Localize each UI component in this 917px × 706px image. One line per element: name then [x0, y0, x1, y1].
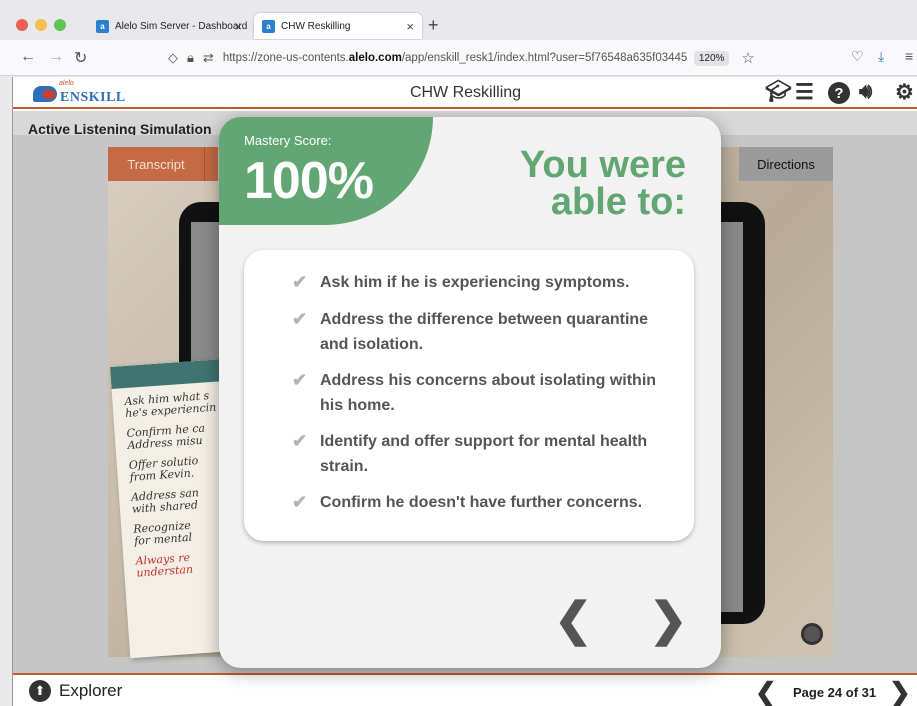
checkmark-icon: ✔: [292, 309, 308, 329]
chevron-left-icon[interactable]: ❮: [755, 677, 777, 706]
pocket-icon[interactable]: ♡: [851, 48, 864, 65]
mastery-score-value: 100%: [244, 152, 374, 210]
achievements-list: ✔ Ask him if he is experiencing symptoms…: [244, 250, 694, 541]
minimize-window-button[interactable]: [35, 19, 47, 31]
reload-icon[interactable]: ↻: [74, 48, 87, 68]
url-bar[interactable]: ◇ 🔒︎ ⇄ https://zone-us-contents.alelo.co…: [168, 45, 776, 71]
settings-gear-icon[interactable]: ⚙: [895, 80, 914, 105]
browser-nav-bar: ← → ↻ ◇ 🔒︎ ⇄ https://zone-us-contents.al…: [0, 40, 917, 76]
tab-hidden[interactable]: [204, 147, 218, 181]
browser-tab-dashboard[interactable]: a Alelo Sim Server - Dashboard Li ×: [88, 13, 250, 39]
list-item: ✔ Confirm he doesn't have further concer…: [292, 490, 672, 515]
page-indicator: Page 24 of 31: [793, 685, 877, 700]
checkmark-icon: ✔: [292, 370, 308, 390]
achievement-text: Ask him if he is experiencing symptoms.: [320, 274, 630, 291]
chevron-right-icon[interactable]: ❯: [649, 592, 688, 646]
achievement-text: Identify and offer support for mental he…: [320, 433, 648, 475]
bookmark-star-icon[interactable]: ☆: [741, 49, 754, 67]
list-item: ✔ Address his concerns about isolating w…: [292, 368, 672, 418]
forward-icon[interactable]: →: [48, 48, 64, 66]
heading-line-2: able to:: [550, 181, 686, 223]
graduation-cap-icon[interactable]: 🎓︎: [765, 80, 792, 104]
mastery-results-modal: Mastery Score: 100% You were able to: ✔ …: [219, 117, 721, 668]
achievement-text: Address his concerns about isolating wit…: [320, 372, 657, 414]
checkmark-icon: ✔: [292, 431, 308, 451]
chevron-left-icon[interactable]: ❮: [554, 592, 593, 646]
arrow-up-circle-icon: ⬆: [29, 680, 51, 702]
app-footer: ⬆ Explorer ❮ Page 24 of 31 ❯: [13, 673, 917, 706]
lock-icon: 🔒︎: [187, 50, 194, 65]
url-text[interactable]: https://zone-us-contents.alelo.com/app/e…: [223, 52, 688, 64]
download-icon[interactable]: ⤓: [878, 48, 884, 65]
mastery-score-label: Mastery Score:: [244, 133, 332, 148]
new-tab-icon[interactable]: +: [428, 15, 439, 36]
tab-title: Alelo Sim Server - Dashboard Li: [115, 20, 250, 32]
results-heading: You were able to:: [519, 144, 686, 223]
list-item: ✔ Ask him if he is experiencing symptoms…: [292, 270, 672, 295]
achievement-text: Confirm he doesn't have further concerns…: [320, 494, 643, 511]
chevron-right-icon[interactable]: ❯: [889, 677, 911, 706]
alelo-favicon-icon: a: [262, 19, 275, 33]
tab-transcript[interactable]: Transcript: [108, 147, 204, 181]
alelo-favicon-icon: a: [96, 19, 109, 33]
list-item: ✔ Address the difference between quarant…: [292, 307, 672, 357]
mastery-score-panel: Mastery Score: 100%: [219, 117, 433, 225]
heading-line-1: You were: [519, 144, 686, 186]
notecard-line: Ask him what s he's experiencin: [123, 389, 217, 421]
close-tab-icon[interactable]: ×: [234, 19, 242, 34]
close-tab-icon[interactable]: ×: [406, 19, 414, 34]
achievement-text: Address the difference between quarantin…: [320, 311, 649, 353]
browser-tab-strip: a Alelo Sim Server - Dashboard Li × a CH…: [0, 0, 917, 40]
list-item: ✔ Identify and offer support for mental …: [292, 429, 672, 479]
explorer-button[interactable]: ⬆ Explorer: [29, 680, 122, 702]
maximize-window-button[interactable]: [54, 19, 66, 31]
help-icon[interactable]: ?: [828, 82, 850, 104]
tab-title: CHW Reskilling: [281, 20, 351, 32]
explorer-label: Explorer: [59, 681, 123, 700]
permissions-icon[interactable]: ⇄: [203, 50, 214, 66]
zoom-level-badge[interactable]: 120%: [693, 50, 730, 66]
back-icon[interactable]: ←: [20, 48, 36, 66]
replay-icon[interactable]: [801, 623, 823, 645]
checkmark-icon: ✔: [292, 492, 308, 512]
app-header: ENSKILL alelo CHW Reskilling 🎓︎ ☰ ? 🔊︎ ⚙: [13, 77, 917, 109]
tab-directions[interactable]: Directions: [739, 147, 833, 181]
list-icon[interactable]: ☰: [795, 80, 814, 105]
notecard-line: Confirm he ca Address misu: [126, 421, 206, 452]
browser-tab-chw-reskilling[interactable]: a CHW Reskilling ×: [254, 13, 422, 39]
checkmark-icon: ✔: [292, 272, 308, 292]
menu-icon[interactable]: ≡: [905, 48, 913, 64]
shield-icon: ◇: [168, 50, 178, 65]
speaker-icon[interactable]: 🔊︎: [859, 80, 872, 104]
close-window-button[interactable]: [16, 19, 28, 31]
